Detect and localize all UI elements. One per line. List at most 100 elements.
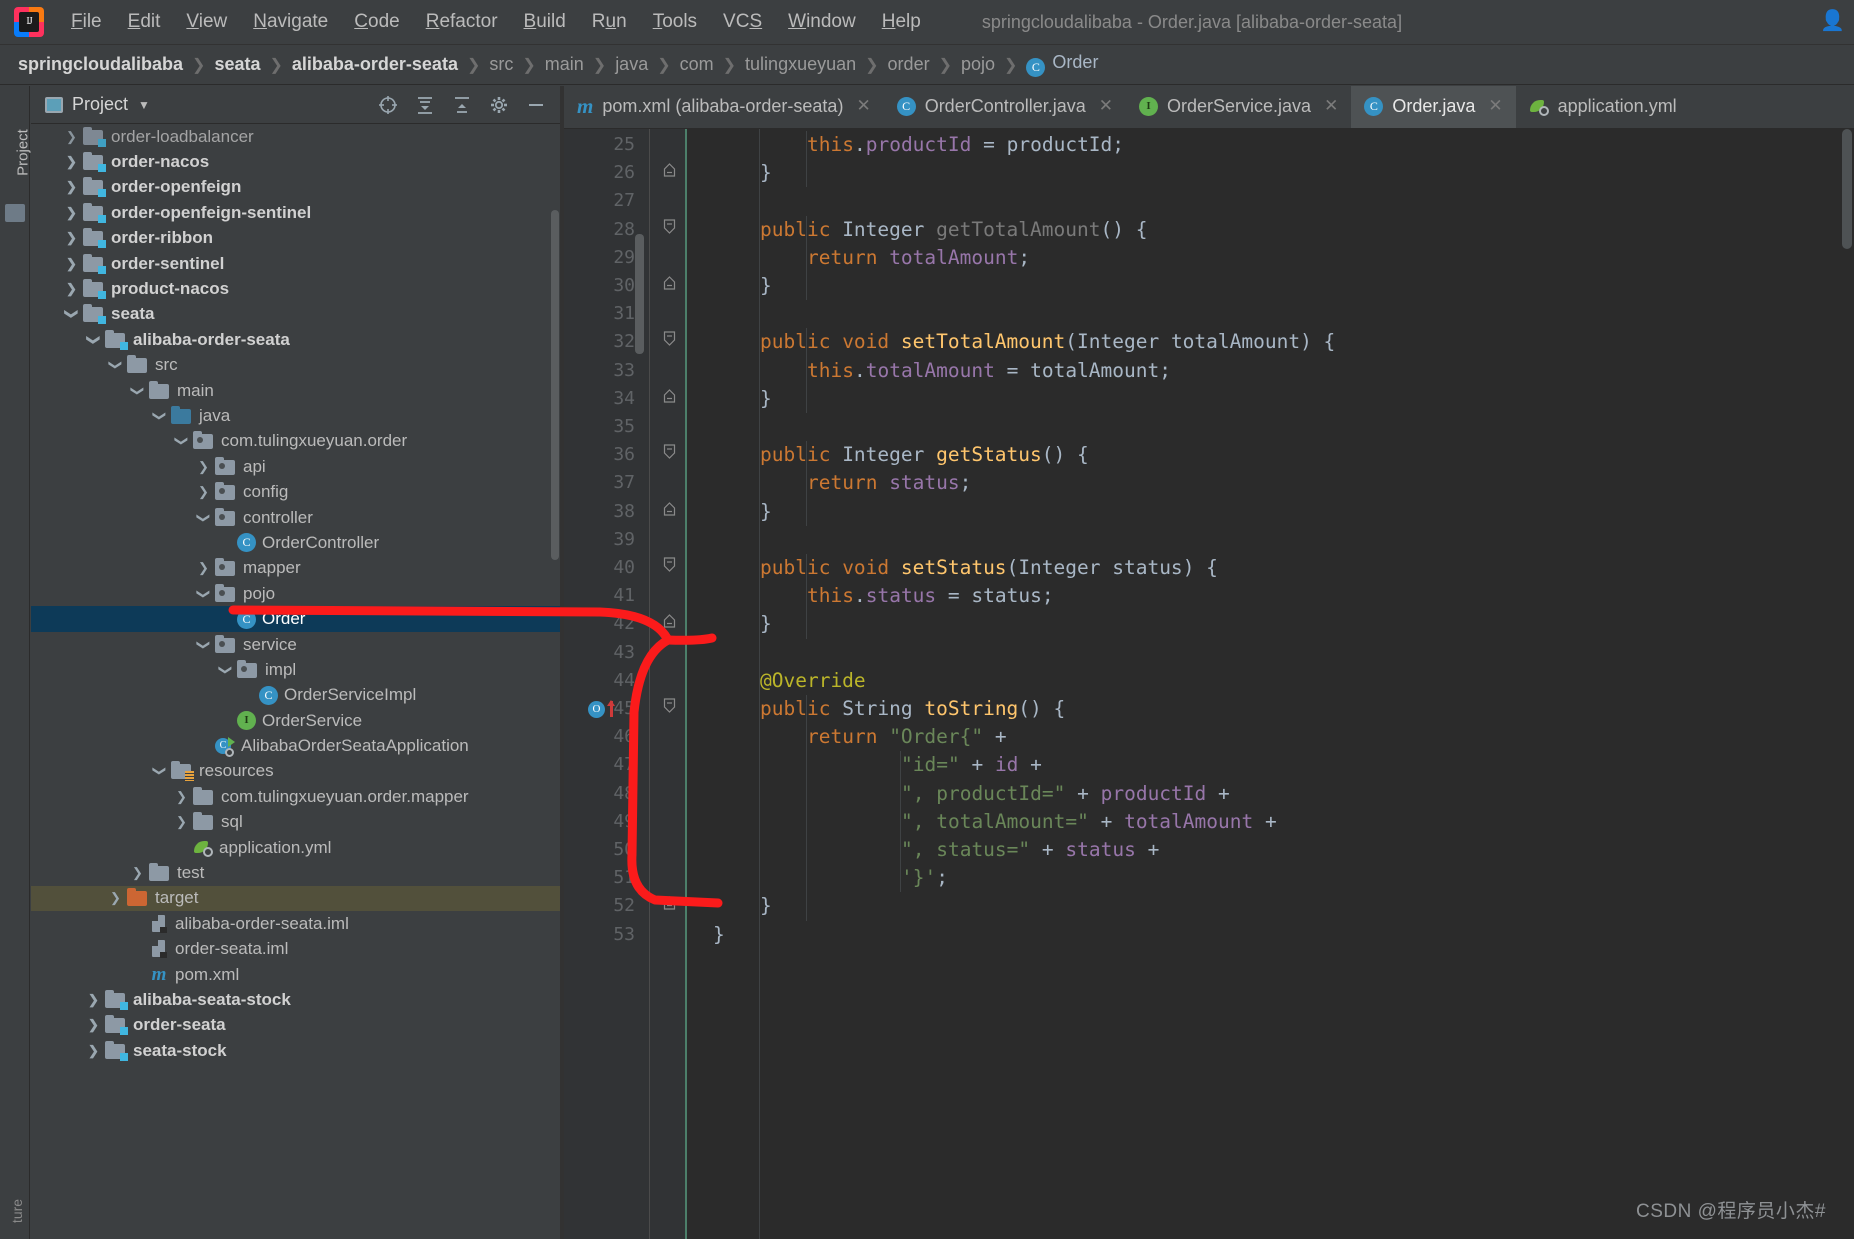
tree-item-config[interactable]: ❯ config: [31, 479, 561, 504]
minimize-icon[interactable]: [526, 95, 546, 115]
breadcrumb-item-order[interactable]: order: [888, 54, 930, 75]
close-icon[interactable]: ✕: [1099, 96, 1113, 116]
chevron-down-icon[interactable]: ❯: [87, 332, 102, 348]
expand-all-icon[interactable]: [452, 95, 472, 115]
chevron-down-icon[interactable]: ❯: [197, 510, 212, 526]
tree-item-src[interactable]: ❯ src: [31, 353, 561, 378]
chevron-down-icon[interactable]: ❯: [109, 357, 124, 373]
fold-end-icon[interactable]: [662, 498, 677, 526]
menu-item-run[interactable]: Run: [579, 7, 640, 37]
chevron-right-icon[interactable]: ❯: [197, 484, 210, 500]
fold-collapse-icon[interactable]: [662, 695, 677, 723]
chevron-right-icon[interactable]: ❯: [87, 1017, 100, 1033]
breadcrumb-item-com[interactable]: com: [680, 54, 714, 75]
chevron-right-icon[interactable]: ❯: [87, 1043, 100, 1059]
fold-end-icon[interactable]: [662, 159, 677, 187]
breadcrumb-item-main[interactable]: main: [545, 54, 584, 75]
tree-item-order-openfeign-sentinel[interactable]: ❯ order-openfeign-sentinel: [31, 200, 561, 225]
tree-item-order-openfeign[interactable]: ❯ order-openfeign: [31, 175, 561, 200]
breadcrumb-item-pojo[interactable]: pojo: [961, 54, 995, 75]
tree-item-resources[interactable]: ❯ resources: [31, 759, 561, 784]
chevron-right-icon[interactable]: ❯: [65, 256, 78, 272]
editor-tab-pom-xml[interactable]: m pom.xml (alibaba-order-seata) ✕: [564, 86, 884, 128]
breadcrumb-item-seata[interactable]: seata: [214, 54, 260, 75]
chevron-down-icon[interactable]: ❯: [153, 408, 168, 424]
code-editor[interactable]: 25 26 27 28 29 30 31 32 33 34 35 36 37 38 39 40 41 42 43 44…: [564, 129, 1854, 1239]
chevron-down-icon[interactable]: ❯: [175, 433, 190, 449]
collapse-all-icon[interactable]: [415, 95, 435, 115]
chevron-right-icon[interactable]: ❯: [175, 814, 188, 830]
breadcrumb-item-springcloudalibaba[interactable]: springcloudalibaba: [18, 54, 183, 75]
chevron-right-icon[interactable]: ❯: [197, 560, 210, 576]
fold-collapse-icon[interactable]: [662, 441, 677, 469]
chevron-right-icon[interactable]: ❯: [65, 154, 78, 170]
close-icon[interactable]: ✕: [1488, 96, 1502, 116]
menu-item-help[interactable]: Help: [869, 7, 934, 37]
tool-window-button-structure[interactable]: ture: [9, 1166, 25, 1239]
breadcrumb-item-src[interactable]: src: [489, 54, 513, 75]
chevron-down-icon[interactable]: ❯: [65, 306, 80, 322]
close-icon[interactable]: ✕: [856, 96, 870, 116]
tree-item-mapper[interactable]: ❯ mapper: [31, 556, 561, 581]
breadcrumb-item-tulingxueyuan[interactable]: tulingxueyuan: [745, 54, 856, 75]
chevron-right-icon[interactable]: ❯: [131, 865, 144, 881]
editor-tab-ordercontroller-java[interactable]: C OrderController.java ✕: [884, 86, 1126, 128]
tree-item-alibaba-seata-stock[interactable]: ❯ alibaba-seata-stock: [31, 987, 561, 1012]
tree-item-controller[interactable]: ❯ controller: [31, 505, 561, 530]
override-method-icon[interactable]: O: [588, 701, 605, 718]
tree-item-api[interactable]: ❯ api: [31, 454, 561, 479]
account-icon[interactable]: 👤: [1820, 8, 1845, 32]
tree-item-target[interactable]: ❯ target: [31, 885, 561, 912]
fold-end-icon[interactable]: [662, 892, 677, 920]
fold-collapse-icon[interactable]: [662, 216, 677, 244]
fold-collapse-icon[interactable]: [662, 328, 677, 356]
chevron-down-icon[interactable]: ▼: [138, 98, 150, 112]
chevron-right-icon[interactable]: ❯: [175, 789, 188, 805]
locate-icon[interactable]: [378, 95, 398, 115]
tool-window-button-project[interactable]: Project: [15, 108, 32, 198]
chevron-down-icon[interactable]: ❯: [219, 662, 234, 678]
tree-item-order[interactable]: C Order: [31, 606, 561, 632]
chevron-right-icon[interactable]: ❯: [65, 230, 78, 246]
chevron-right-icon[interactable]: ❯: [197, 459, 210, 475]
menu-item-vcs[interactable]: VCS: [710, 7, 775, 37]
tree-item-order-sentinel[interactable]: ❯ order-sentinel: [31, 251, 561, 276]
tree-item-order-seata-iml[interactable]: order-seata.iml: [31, 937, 561, 962]
editor-fold-gutter[interactable]: [649, 129, 685, 1239]
close-icon[interactable]: ✕: [1324, 96, 1338, 116]
gear-icon[interactable]: [489, 95, 509, 115]
tree-item-seata[interactable]: ❯ seata: [31, 302, 561, 327]
chevron-right-icon[interactable]: ❯: [109, 890, 122, 906]
menu-item-build[interactable]: Build: [511, 7, 579, 37]
chevron-down-icon[interactable]: ❯: [153, 763, 168, 779]
breadcrumb-item-java[interactable]: java: [615, 54, 648, 75]
tree-item-product-nacos[interactable]: ❯ product-nacos: [31, 276, 561, 301]
tree-item-order-nacos[interactable]: ❯ order-nacos: [31, 149, 561, 174]
fold-end-icon[interactable]: [662, 272, 677, 300]
editor-tab-order-java[interactable]: C Order.java ✕: [1351, 86, 1516, 128]
menu-item-refactor[interactable]: Refactor: [413, 7, 511, 37]
tree-item-test[interactable]: ❯ test: [31, 860, 561, 885]
tree-item-alibaba-order-seata-iml[interactable]: alibaba-order-seata.iml: [31, 911, 561, 936]
chevron-right-icon[interactable]: ❯: [65, 281, 78, 297]
menu-item-tools[interactable]: Tools: [640, 7, 710, 37]
menu-item-code[interactable]: Code: [341, 7, 412, 37]
menu-item-edit[interactable]: Edit: [115, 7, 174, 37]
tree-item-pom-xml[interactable]: m pom.xml: [31, 962, 561, 987]
fold-end-icon[interactable]: [662, 385, 677, 413]
tree-item-order-seata[interactable]: ❯ order-seata: [31, 1013, 561, 1038]
tree-item-main[interactable]: ❯ main: [31, 378, 561, 403]
chevron-right-icon[interactable]: ❯: [65, 129, 78, 145]
tree-item-order-ribbon[interactable]: ❯ order-ribbon: [31, 226, 561, 251]
editor-tab-bar[interactable]: m pom.xml (alibaba-order-seata) ✕ C OrderCon…: [564, 86, 1854, 129]
project-tree-scrollbar[interactable]: [551, 210, 559, 560]
chevron-right-icon[interactable]: ❯: [65, 179, 78, 195]
menu-item-navigate[interactable]: Navigate: [240, 7, 341, 37]
editor-tab-orderservice-java[interactable]: I OrderService.java ✕: [1126, 86, 1351, 128]
tree-item-service[interactable]: ❯ service: [31, 632, 561, 657]
project-tool-icon[interactable]: [5, 204, 25, 222]
tree-item-pojo[interactable]: ❯ pojo: [31, 581, 561, 606]
tree-item-seata-stock[interactable]: ❯ seata-stock: [31, 1038, 561, 1063]
tree-item-impl[interactable]: ❯ impl: [31, 657, 561, 682]
tree-item-com-tulingxueyuan-order[interactable]: ❯ com.tulingxueyuan.order: [31, 429, 561, 454]
